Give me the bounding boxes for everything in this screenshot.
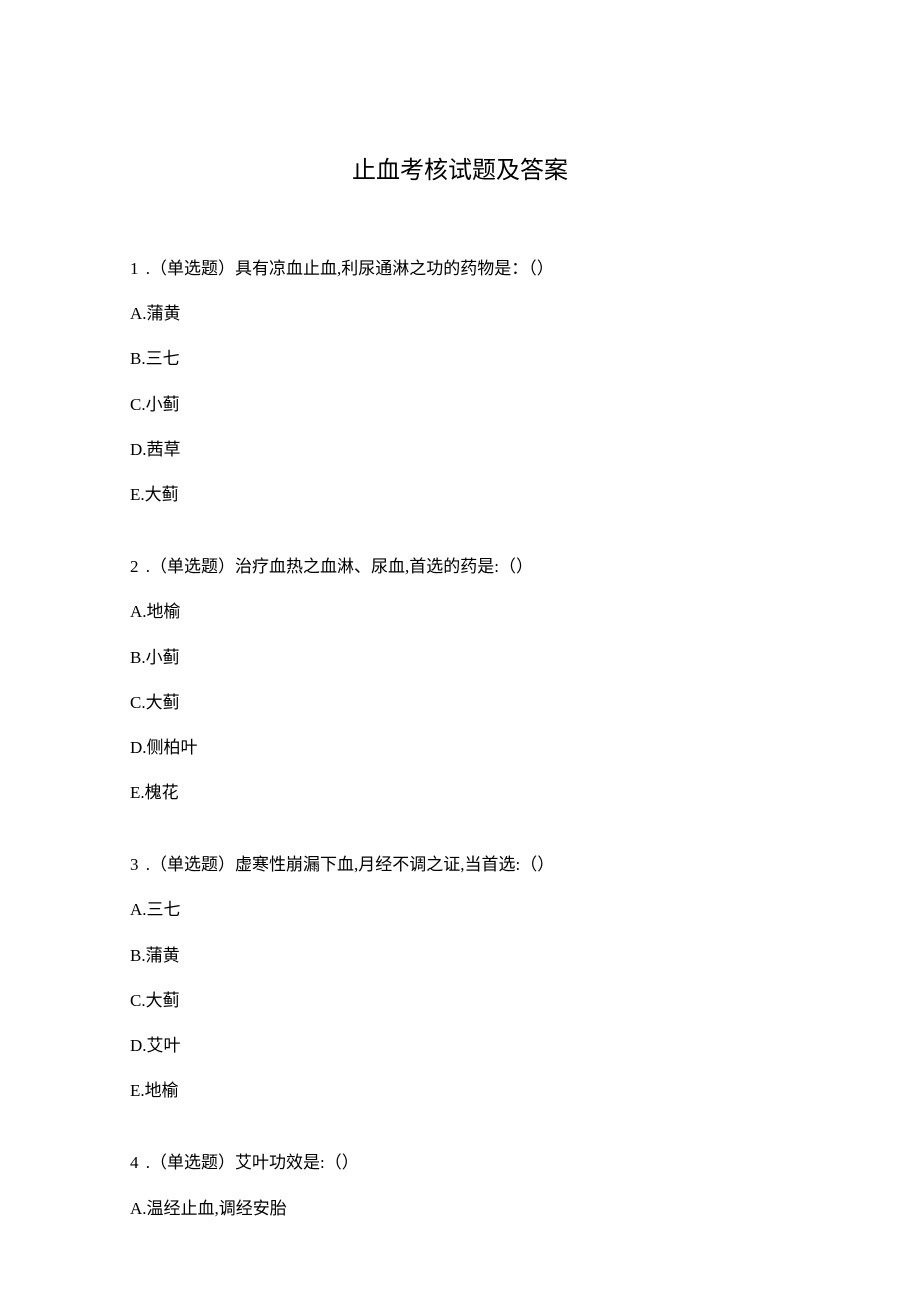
option-e: E.地榆 bbox=[130, 1077, 790, 1104]
option-d: D.艾叶 bbox=[130, 1032, 790, 1059]
option-a: A.温经止血,调经安胎 bbox=[130, 1195, 790, 1222]
question-type: （单选题） bbox=[150, 557, 235, 576]
question-dot: . bbox=[142, 1153, 151, 1172]
question-type: （单选题） bbox=[150, 1153, 235, 1172]
question-dot: . bbox=[142, 855, 151, 874]
question-block: 1 .（单选题）具有凉血止血,利尿通淋之功的药物是：（） A.蒲黄 B.三七 C… bbox=[130, 255, 790, 508]
option-d: D.侧柏叶 bbox=[130, 734, 790, 761]
option-d: D.茜草 bbox=[130, 436, 790, 463]
option-a: A.蒲黄 bbox=[130, 300, 790, 327]
page-title: 止血考核试题及答案 bbox=[130, 150, 790, 185]
question-content: 艾叶功效是:（） bbox=[235, 1153, 359, 1172]
option-a: A.三七 bbox=[130, 896, 790, 923]
question-type: （单选题） bbox=[150, 259, 235, 278]
question-text: 1 .（单选题）具有凉血止血,利尿通淋之功的药物是：（） bbox=[130, 255, 790, 282]
question-content: 虚寒性崩漏下血,月经不调之证,当首选:（） bbox=[235, 855, 554, 874]
question-block: 3 .（单选题）虚寒性崩漏下血,月经不调之证,当首选:（） A.三七 B.蒲黄 … bbox=[130, 851, 790, 1104]
option-b: B.蒲黄 bbox=[130, 942, 790, 969]
question-text: 4 .（单选题）艾叶功效是:（） bbox=[130, 1149, 790, 1176]
question-content: 治疗血热之血淋、尿血,首选的药是:（） bbox=[235, 557, 533, 576]
question-dot: . bbox=[142, 259, 151, 278]
question-number: 1 bbox=[130, 259, 142, 278]
question-number: 4 bbox=[130, 1153, 142, 1172]
question-text: 2 .（单选题）治疗血热之血淋、尿血,首选的药是:（） bbox=[130, 553, 790, 580]
option-b: B.小蓟 bbox=[130, 644, 790, 671]
question-number: 3 bbox=[130, 855, 142, 874]
question-type: （单选题） bbox=[150, 855, 235, 874]
question-content: 具有凉血止血,利尿通淋之功的药物是：（） bbox=[235, 259, 554, 278]
question-text: 3 .（单选题）虚寒性崩漏下血,月经不调之证,当首选:（） bbox=[130, 851, 790, 878]
question-block: 2 .（单选题）治疗血热之血淋、尿血,首选的药是:（） A.地榆 B.小蓟 C.… bbox=[130, 553, 790, 806]
option-e: E.大蓟 bbox=[130, 481, 790, 508]
option-a: A.地榆 bbox=[130, 598, 790, 625]
option-c: C.大蓟 bbox=[130, 689, 790, 716]
option-c: C.大蓟 bbox=[130, 987, 790, 1014]
question-dot: . bbox=[142, 557, 151, 576]
question-number: 2 bbox=[130, 557, 142, 576]
option-c: C.小蓟 bbox=[130, 391, 790, 418]
option-e: E.槐花 bbox=[130, 779, 790, 806]
question-block: 4 .（单选题）艾叶功效是:（） A.温经止血,调经安胎 bbox=[130, 1149, 790, 1221]
option-b: B.三七 bbox=[130, 345, 790, 372]
